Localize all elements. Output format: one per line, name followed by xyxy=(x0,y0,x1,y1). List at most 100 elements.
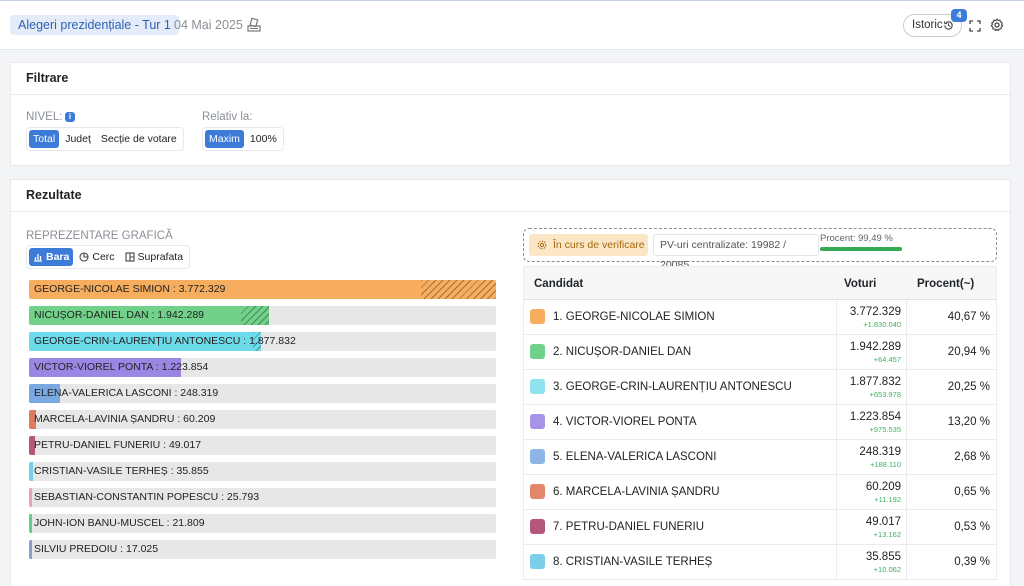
info-icon[interactable]: i xyxy=(65,112,75,122)
votes-cell: 1.877.832 +653.978 xyxy=(836,370,907,404)
header-procent[interactable]: Procent(~) xyxy=(917,267,974,301)
relativ-option-100[interactable]: 100% xyxy=(246,130,281,148)
percent-value: 40,67 % xyxy=(947,311,990,323)
processed-percent: Procent: 99,49 % xyxy=(820,233,902,251)
candidate-color-swatch xyxy=(530,379,545,394)
bar-row[interactable]: PETRU-DANIEL FUNERIU : 49.017 xyxy=(29,436,496,455)
votes-value: 60.209 xyxy=(865,481,901,493)
bar-row[interactable]: GEORGE-NICOLAE SIMION : 3.772.329 xyxy=(29,280,496,299)
bar-row[interactable]: JOHN-ION BANU-MUSCEL : 21.809 xyxy=(29,514,496,533)
bar-label: SILVIU PREDOIU : 17.025 xyxy=(34,543,159,555)
gear-icon[interactable] xyxy=(990,18,1004,32)
bar-chart-icon xyxy=(34,254,42,262)
verification-status: În curs de verificare xyxy=(529,234,648,256)
relativ-label: Relativ la: xyxy=(202,111,253,123)
treemap-icon xyxy=(124,252,135,262)
candidate-name: 4. VICTOR-VIOREL PONTA xyxy=(553,416,697,428)
verification-status-label: În curs de verificare xyxy=(553,239,645,251)
table-row[interactable]: 8. CRISTIAN-VASILE TERHEȘ 35.855 +10.062 0,… xyxy=(523,545,997,580)
header-candidat[interactable]: Candidat xyxy=(534,267,583,301)
results-title: Rezultate xyxy=(11,180,1010,212)
bar-pending-hatch xyxy=(421,280,496,299)
votes-delta: +1.830.040 xyxy=(863,320,901,329)
votes-delta: +13.162 xyxy=(873,530,901,539)
chart-type-area-label: Suprafata xyxy=(137,251,184,263)
gear-icon xyxy=(537,240,547,250)
bar-label: GEORGE-NICOLAE SIMION : 3.772.329 xyxy=(34,283,226,295)
table-row[interactable]: 2. NICUȘOR-DANIEL DAN 1.942.289 +64.457 20,… xyxy=(523,335,997,370)
votes-delta: +653.978 xyxy=(869,390,902,399)
fullscreen-icon[interactable] xyxy=(969,20,981,32)
candidate-name: 6. MARCELA-LAVINIA ȘANDRU xyxy=(553,486,720,498)
candidate-color-swatch xyxy=(530,554,545,569)
election-selector[interactable]: Alegeri prezidențiale - Tur 1 xyxy=(10,15,179,35)
bar-row[interactable]: ELENA-VALERICA LASCONI : 248.319 xyxy=(29,384,496,403)
chart-section-label: REPREZENTARE GRAFICĂ xyxy=(26,230,173,242)
votes-delta: +975.535 xyxy=(869,425,902,434)
candidate-name: 5. ELENA-VALERICA LASCONI xyxy=(553,451,717,463)
header-voturi[interactable]: Voturi xyxy=(844,267,876,301)
votes-value: 1.942.289 xyxy=(849,341,901,353)
nivel-option-sectie[interactable]: Secție de votare xyxy=(97,130,181,148)
bar-label: GEORGE-CRIN-LAURENȚIU ANTONESCU : 1.877.… xyxy=(34,335,296,347)
votes-value: 3.772.329 xyxy=(849,306,901,318)
percent-value: 0,39 % xyxy=(954,556,990,568)
votes-value: 1.223.854 xyxy=(849,411,901,423)
votes-cell: 248.319 +188.110 xyxy=(836,440,907,474)
candidate-name: 8. CRISTIAN-VASILE TERHEȘ xyxy=(553,556,713,568)
table-row[interactable]: 7. PETRU-DANIEL FUNERIU 49.017 +13.162 0,53… xyxy=(523,510,997,545)
candidate-name: 1. GEORGE-NICOLAE SIMION xyxy=(553,311,715,323)
relativ-selector: Maxim 100% xyxy=(202,127,284,151)
candidate-color-swatch xyxy=(530,449,545,464)
chart-type-circle-label: Cerc xyxy=(92,251,115,263)
votes-value: 35.855 xyxy=(865,551,901,563)
chart-type-circle[interactable]: Cerc xyxy=(75,248,118,266)
bar-row[interactable]: SEBASTIAN-CONSTANTIN POPESCU : 25.793 xyxy=(29,488,496,507)
table-row[interactable]: 3. GEORGE-CRIN-LAURENȚIU ANTONESCU 1.877.… xyxy=(523,370,997,405)
percent-value: 0,65 % xyxy=(954,486,990,498)
istoric-label: Istoric xyxy=(912,19,943,31)
chart-type-area[interactable]: Suprafata xyxy=(121,248,188,266)
nivel-option-judet[interactable]: Județ xyxy=(61,130,95,148)
percent-value: 2,68 % xyxy=(954,451,990,463)
bar-row[interactable]: GEORGE-CRIN-LAURENȚIU ANTONESCU : 1.877.… xyxy=(29,332,496,351)
votes-delta: +11.192 xyxy=(874,495,901,504)
bar-row[interactable]: CRISTIAN-VASILE TERHEȘ : 35.855 xyxy=(29,462,496,481)
table-row[interactable]: 5. ELENA-VALERICA LASCONI 248.319 +188.110… xyxy=(523,440,997,475)
nivel-option-total[interactable]: Total xyxy=(29,130,60,148)
bar-fill xyxy=(29,488,32,507)
table-row[interactable]: 6. MARCELA-LAVINIA ȘANDRU 60.209 +11.192 0,… xyxy=(523,475,997,510)
chart-type-bar-label: Bara xyxy=(46,251,70,263)
candidate-name: 7. PETRU-DANIEL FUNERIU xyxy=(553,521,705,533)
filter-card: Filtrare NIVEL: i Total Județ Secție de … xyxy=(10,62,1011,166)
ballot-box-icon[interactable] xyxy=(246,17,262,33)
percent-value: 0,53 % xyxy=(954,521,990,533)
election-date: 04 Mai 2025 xyxy=(174,18,243,32)
nivel-selector: Total Județ Secție de votare xyxy=(26,127,184,151)
bar-row[interactable]: MARCELA-LAVINIA ȘANDRU : 60.209 xyxy=(29,410,496,429)
bar-row[interactable]: NICUȘOR-DANIEL DAN : 1.942.289 xyxy=(29,306,496,325)
votes-cell: 49.017 +13.162 xyxy=(836,510,907,544)
votes-delta: +188.110 xyxy=(870,460,901,469)
bar-label: JOHN-ION BANU-MUSCEL : 21.809 xyxy=(34,517,205,529)
votes-cell: 1.942.289 +64.457 xyxy=(836,335,907,369)
processed-percent-label: Procent: 99,49 % xyxy=(820,233,893,244)
relativ-option-maxim[interactable]: Maxim xyxy=(205,130,244,148)
chart-type-selector: Bara Cerc Suprafata xyxy=(26,245,191,269)
bar-label: CRISTIAN-VASILE TERHEȘ : 35.855 xyxy=(34,465,209,477)
bar-label: SEBASTIAN-CONSTANTIN POPESCU : 25.793 xyxy=(34,491,260,503)
table-row[interactable]: 4. VICTOR-VIOREL PONTA 1.223.854 +975.535 1… xyxy=(523,405,997,440)
table-row[interactable]: 1. GEORGE-NICOLAE SIMION 3.772.329 +1.830.… xyxy=(523,300,997,335)
nivel-label: NIVEL: xyxy=(26,111,63,123)
candidate-color-swatch xyxy=(530,414,545,429)
percent-value: 13,20 % xyxy=(947,416,990,428)
top-bar: Alegeri prezidențiale - Tur 1 04 Mai 202… xyxy=(0,1,1024,50)
bar-row[interactable]: VICTOR-VIOREL PONTA : 1.223.854 xyxy=(29,358,496,377)
chart-type-bar[interactable]: Bara xyxy=(29,248,74,266)
bar-row[interactable]: SILVIU PREDOIU : 17.025 xyxy=(29,540,496,559)
votes-value: 1.877.832 xyxy=(849,376,901,388)
votes-delta: +10.062 xyxy=(873,565,901,574)
votes-cell: 35.855 +10.062 xyxy=(836,545,907,579)
votes-cell: 60.209 +11.192 xyxy=(836,475,907,509)
bar-label: MARCELA-LAVINIA ȘANDRU : 60.209 xyxy=(34,413,216,425)
